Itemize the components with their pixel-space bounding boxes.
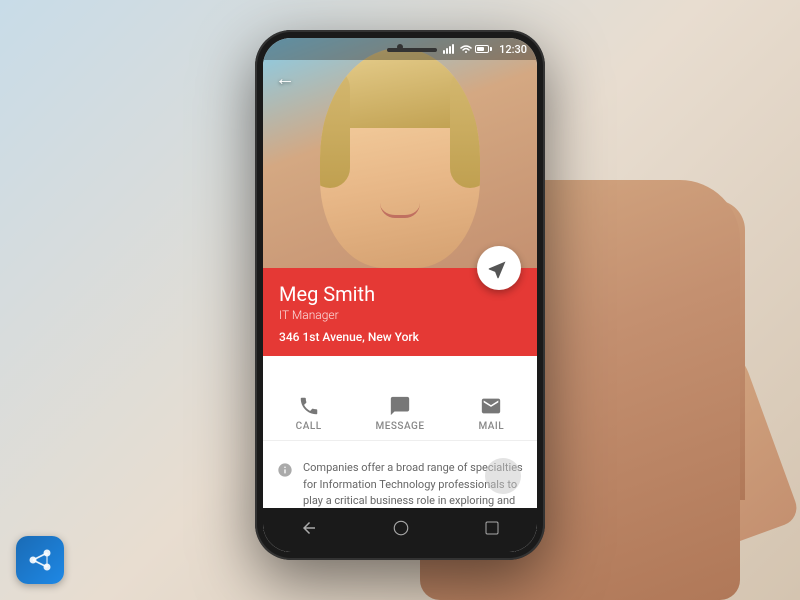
contact-face [320, 48, 480, 268]
fab-directions-button[interactable] [477, 246, 521, 290]
phone-device: 12:30 ← [255, 30, 545, 560]
call-label: CALL [296, 421, 322, 432]
action-buttons-row: CALL MESSAGE [263, 383, 537, 441]
signal-icon [443, 44, 457, 54]
back-button[interactable]: ← [275, 66, 295, 91]
scene: 12:30 ← [0, 0, 800, 600]
wifi-icon [460, 44, 472, 54]
call-button[interactable]: CALL [279, 395, 339, 432]
mail-button[interactable]: MAIL [461, 395, 521, 432]
app-logo-icon [26, 546, 54, 574]
contact-address: 346 1st Avenue, New York [279, 330, 521, 344]
phone-screen: 12:30 ← [263, 38, 537, 552]
mail-label: MAIL [478, 421, 504, 432]
status-time: 12:30 [499, 43, 527, 56]
scroll-indicator [485, 458, 521, 494]
battery-icon [475, 45, 492, 53]
contact-smile [380, 203, 420, 218]
message-icon [386, 395, 414, 417]
mail-icon [477, 395, 505, 417]
message-label: MESSAGE [375, 421, 424, 432]
bottom-navigation [263, 508, 537, 552]
contact-hair-right [450, 68, 480, 188]
nav-back-button[interactable] [292, 511, 326, 549]
status-icons: 12:30 [443, 43, 527, 56]
phone-speaker [387, 48, 437, 52]
app-logo [16, 536, 64, 584]
phone-icon [295, 395, 323, 417]
directions-icon [488, 257, 510, 279]
nav-recent-button[interactable] [476, 512, 508, 548]
contact-photo [263, 38, 537, 268]
message-button[interactable]: MESSAGE [370, 395, 430, 432]
contact-title: IT Manager [279, 308, 521, 322]
info-icon [277, 462, 293, 482]
nav-home-button[interactable] [384, 511, 418, 549]
contact-hair-left [320, 68, 350, 188]
contact-name: Meg Smith [279, 282, 521, 306]
